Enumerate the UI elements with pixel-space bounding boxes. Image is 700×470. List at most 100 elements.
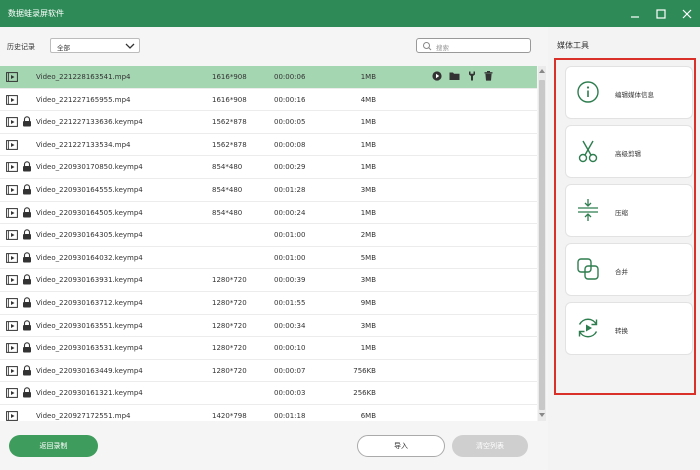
file-size: 5MB [360, 253, 376, 262]
tool-label: 转换 [615, 327, 628, 335]
play-icon[interactable] [432, 71, 442, 83]
file-resolution: 1562*878 [212, 140, 247, 149]
file-row[interactable]: Video_220930164555.keymp4 854*480 00:01:28… [0, 178, 537, 202]
tool-advanced-clip[interactable]: 高级剪辑 [565, 125, 693, 178]
file-row[interactable]: Video_220927172551.mp4 1420*798 00:01:18 6M… [0, 404, 537, 421]
filter-dropdown[interactable]: 全部 [50, 38, 140, 53]
media-tools-panel: 媒体工具 编辑媒体信息 高级剪辑 压缩 合并 转换 [548, 27, 700, 470]
minimize-button[interactable] [622, 0, 648, 27]
file-row[interactable]: Video_220930163551.keymp4 1280*720 00:00:3… [0, 314, 537, 338]
tool-compress[interactable]: 压缩 [565, 184, 693, 237]
merge-icon [577, 258, 599, 280]
panel-title: 媒体工具 [557, 41, 589, 50]
file-name: Video_221227133534.mp4 [36, 140, 131, 149]
video-file-icon [6, 320, 18, 333]
file-resolution: 1280*720 [212, 344, 247, 353]
file-duration: 00:00:10 [274, 344, 306, 353]
tool-label: 合并 [615, 268, 628, 276]
tool-edit-media-info[interactable]: 编辑媒体信息 [565, 66, 693, 119]
file-name: Video_221227165955.mp4 [36, 95, 131, 104]
lock-icon [22, 206, 32, 220]
video-file-icon [6, 230, 18, 242]
file-size: 4MB [360, 95, 376, 104]
scrollbar-thumb[interactable] [539, 80, 545, 410]
maximize-button[interactable] [648, 0, 674, 27]
file-row[interactable]: Video_220930164505.keymp4 854*480 00:00:24… [0, 201, 537, 225]
lock-icon [22, 297, 32, 310]
lock-icon [22, 319, 32, 333]
lock-icon [22, 342, 32, 355]
search-placeholder: 搜索 [436, 44, 449, 52]
file-duration: 00:01:00 [274, 253, 306, 262]
file-row[interactable]: Video_220930163712.keymp4 1280*720 00:01:5… [0, 291, 537, 315]
file-row[interactable]: Video_220930164032.keymp4 00:01:00 5MB [0, 246, 537, 270]
file-name: Video_220930163449.keymp4 [36, 366, 143, 375]
file-row[interactable]: Video_221227133636.keymp4 1562*878 00:00:0… [0, 111, 537, 134]
file-row[interactable]: Video_220930163931.keymp4 1280*720 00:00:3… [0, 269, 537, 292]
clear-list-button[interactable]: 清空列表 [452, 435, 528, 457]
lock-icon [22, 161, 32, 174]
file-row[interactable]: Video_221227165955.mp4 1616*908 00:00:16 4M… [0, 88, 537, 112]
file-resolution: 1280*720 [212, 366, 247, 375]
file-name: Video_220930164032.keymp4 [36, 253, 143, 262]
close-icon [682, 9, 692, 18]
video-file-icon [6, 365, 18, 378]
lock-icon [22, 274, 32, 287]
file-row[interactable]: Video_220930170850.keymp4 854*480 00:00:29… [0, 156, 537, 179]
file-row[interactable]: Video_220930163531.keymp4 1280*720 00:00:1… [0, 337, 537, 360]
lock-icon [22, 364, 32, 378]
file-duration: 00:01:18 [274, 411, 306, 420]
file-row[interactable]: Video_221228163541.mp4 1616*908 00:00:06 1M… [0, 66, 537, 89]
back-to-record-button[interactable]: 返回录制 [9, 435, 98, 457]
lock-icon [22, 184, 32, 197]
file-name: Video_220930161321.keymp4 [36, 389, 143, 398]
scrollbar[interactable] [538, 66, 546, 421]
file-resolution: 854*480 [212, 208, 243, 217]
tool-merge[interactable]: 合并 [565, 243, 693, 296]
file-duration: 00:01:28 [274, 185, 306, 194]
file-row[interactable]: Video_220930164305.keymp4 00:01:00 2MB [0, 224, 537, 247]
lock-icon [22, 252, 32, 265]
video-file-icon [6, 117, 18, 129]
file-name: Video_220930163712.keymp4 [36, 298, 143, 307]
file-row[interactable]: Video_220930161321.keymp4 00:00:03 256KB [0, 382, 537, 405]
chevron-down-icon [125, 43, 135, 49]
close-button[interactable] [674, 0, 700, 27]
trash-icon[interactable] [484, 71, 493, 83]
file-name: Video_220930170850.keymp4 [36, 163, 143, 172]
file-size: 3MB [360, 185, 376, 194]
lock-icon [22, 229, 32, 242]
file-size: 1MB [360, 73, 376, 81]
scroll-down-icon[interactable] [539, 412, 545, 418]
import-button[interactable]: 导入 [357, 435, 445, 457]
file-duration: 00:01:55 [274, 298, 306, 307]
file-size: 2MB [360, 231, 376, 240]
file-size: 1MB [360, 208, 376, 217]
window-title: 数据蛙录屏软件 [8, 9, 64, 18]
file-row[interactable]: Video_220930163449.keymp4 1280*720 00:00:0… [0, 359, 537, 383]
history-pane: 历史记录 全部 搜索 Video_221228163541.mp4 1616*90… [0, 27, 548, 470]
edit-tool-icon[interactable] [467, 71, 477, 83]
video-file-icon [6, 388, 18, 400]
lock-icon [22, 387, 32, 400]
search-input[interactable]: 搜索 [416, 38, 531, 53]
file-duration: 00:00:06 [274, 73, 306, 81]
file-resolution: 1280*720 [212, 298, 247, 307]
file-name: Video_220930164555.keymp4 [36, 185, 143, 194]
scissors-icon [578, 140, 598, 163]
file-row[interactable]: Video_221227133534.mp4 1562*878 00:00:08 1M… [0, 133, 537, 157]
info-icon [577, 81, 599, 103]
file-name: Video_221228163541.mp4 [36, 73, 131, 81]
file-size: 1MB [360, 140, 376, 149]
file-size: 3MB [360, 321, 376, 330]
file-name: Video_220927172551.mp4 [36, 411, 131, 420]
scroll-up-icon[interactable] [539, 68, 545, 74]
file-duration: 00:00:34 [274, 321, 306, 330]
tools-highlight-frame: 编辑媒体信息 高级剪辑 压缩 合并 转换 [554, 58, 696, 395]
folder-icon[interactable] [449, 71, 460, 83]
compress-icon [578, 199, 598, 221]
tool-convert[interactable]: 转换 [565, 302, 693, 355]
file-resolution: 1616*908 [212, 95, 247, 104]
row-actions [432, 71, 493, 83]
file-resolution: 854*480 [212, 163, 243, 172]
